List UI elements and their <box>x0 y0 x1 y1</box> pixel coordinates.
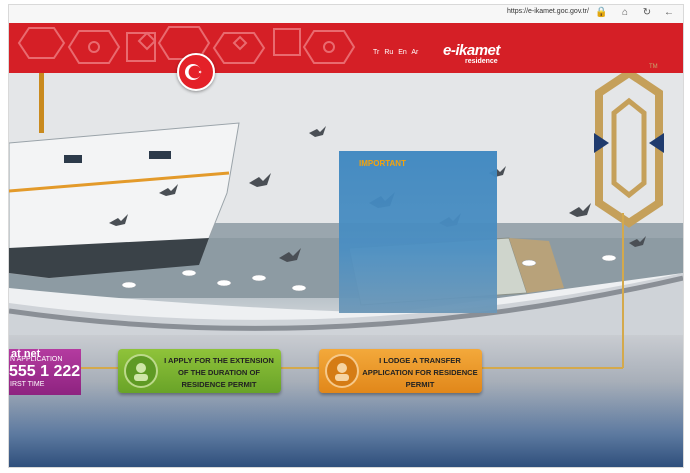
browser-toolbar: https://e-ikamet.goc.gov.tr/ 🔒 ⌂ ↻ ← <box>9 5 683 24</box>
extension-icon <box>124 354 158 388</box>
call-center-banner[interactable]: at net N APPLICATION 555 1 222 IRST TIME <box>9 349 81 395</box>
turkish-flag-icon <box>177 53 215 91</box>
apply-extension-label: I APPLY FOR THE EXTENSION OF THE DURATIO… <box>164 356 274 389</box>
lang-tr[interactable]: Tr <box>373 49 379 56</box>
banner-phone-number: 555 1 222 <box>9 363 81 380</box>
header-ornament-pattern <box>17 26 356 64</box>
lang-ru[interactable]: Ru <box>384 49 393 56</box>
address-bar[interactable]: https://e-ikamet.goc.gov.tr/ <box>507 8 589 15</box>
connector-line-horizontal <box>482 367 623 369</box>
lang-ar[interactable]: Ar <box>411 49 418 56</box>
banner-line-2: N APPLICATION <box>10 356 63 363</box>
logo-subtitle: residence <box>465 58 498 65</box>
back-arrow-icon[interactable]: ← <box>663 7 675 19</box>
browser-window: https://e-ikamet.goc.gov.tr/ 🔒 ⌂ ↻ ← Tr <box>8 4 684 468</box>
connector-line-vertical <box>622 213 624 368</box>
transfer-icon <box>325 354 359 388</box>
lang-en[interactable]: En <box>398 49 407 56</box>
lodge-transfer-label: I LODGE A TRANSFER APPLICATION FOR RESID… <box>362 356 478 389</box>
refresh-icon[interactable]: ↻ <box>641 7 653 19</box>
lock-icon[interactable]: 🔒 <box>595 7 607 19</box>
apply-extension-button[interactable]: I APPLY FOR THE EXTENSION OF THE DURATIO… <box>118 349 281 393</box>
site-header: Tr Ru En Ar e-ikamet residence <box>9 23 683 73</box>
logo-text: e-ikamet <box>443 42 500 59</box>
home-icon[interactable]: ⌂ <box>619 7 631 19</box>
banner-line-4: IRST TIME <box>10 381 45 388</box>
important-title: IMPORTANT <box>359 159 406 168</box>
important-notice-panel: IMPORTANT <box>339 151 497 313</box>
connector-line-middle <box>281 367 319 369</box>
hero-image: IMPORTANT <box>9 73 683 335</box>
lodge-transfer-button[interactable]: I LODGE A TRANSFER APPLICATION FOR RESID… <box>319 349 482 393</box>
trademark: TM <box>649 64 658 70</box>
language-selector: Tr Ru En Ar <box>373 49 421 56</box>
connector-line-left <box>81 367 118 369</box>
site-logo[interactable]: e-ikamet residence <box>443 42 500 65</box>
